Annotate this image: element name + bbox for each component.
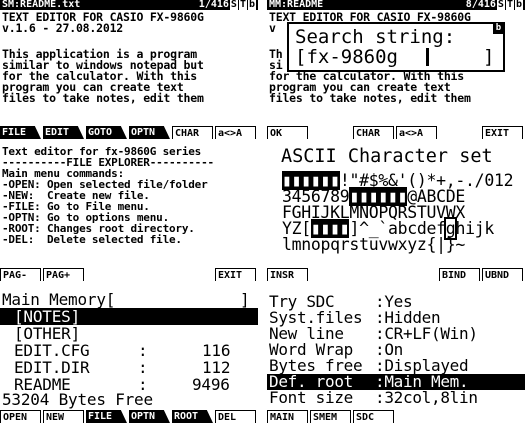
- text-line[interactable]: files to take notes, edit them: [2, 92, 204, 104]
- page-down-key[interactable]: PAG+: [43, 268, 84, 281]
- page-up-key[interactable]: PAG-: [0, 268, 41, 281]
- exit-key[interactable]: EXIT: [215, 268, 256, 281]
- goto-menu-key[interactable]: GOTO: [86, 126, 127, 139]
- sd-card-key[interactable]: SDC: [353, 410, 394, 423]
- new-file-key[interactable]: NEW: [43, 410, 84, 423]
- ok-key[interactable]: OK: [267, 126, 308, 139]
- file-list-item[interactable]: [OTHER]: [14, 325, 80, 342]
- char-key[interactable]: CHAR: [172, 126, 213, 139]
- file-list-item-selected[interactable]: [NOTES]: [0, 308, 258, 325]
- storage-memory-key[interactable]: SMEM: [310, 410, 351, 423]
- file-size: 112: [202, 358, 231, 377]
- main-memory-key[interactable]: MAIN: [267, 410, 308, 423]
- file-menu-key[interactable]: FILE: [86, 410, 127, 423]
- open-key[interactable]: OPEN: [0, 410, 41, 423]
- path-header-close: ]: [240, 290, 250, 309]
- dialog-badge: b: [493, 23, 504, 34]
- separator-colon: :: [138, 341, 148, 360]
- text-cursor: [426, 48, 429, 66]
- function-key-bar: OPEN NEW FILE OPTN ROOT DEL: [0, 410, 258, 424]
- file-title: SM:README.txt: [2, 0, 81, 10]
- editor-screen-readme: SM:README.txt 1/416 S Tb TEXT EDITOR FOR C…: [0, 0, 258, 140]
- ascii-table-screen: ASCII Character set ▮▮▮▮▮▮!"#$%&'()*+,-.…: [267, 142, 525, 282]
- search-input[interactable]: [fx-9860g: [295, 47, 398, 67]
- function-key-bar: OK CHAR a<>A EXIT: [267, 126, 525, 140]
- text-line: v: [269, 21, 276, 35]
- file-size: 9496: [192, 375, 230, 394]
- exit-key[interactable]: EXIT: [482, 126, 523, 139]
- text-line[interactable]: v.1.6 - 27.08.2012: [2, 22, 123, 34]
- edit-menu-key[interactable]: EDIT: [43, 126, 84, 139]
- unbind-key[interactable]: UBND: [482, 268, 523, 281]
- function-key-bar: FILE EDIT GOTO OPTN CHAR a<>A: [0, 126, 258, 140]
- setting-value[interactable]: :32col,8lin: [375, 390, 478, 406]
- settings-screen: Try SDC :Yes Syst.files :Hidden New line…: [267, 284, 525, 424]
- search-input-close-bracket: ]: [483, 46, 495, 68]
- char-key[interactable]: CHAR: [353, 126, 394, 139]
- ascii-row[interactable]: lmnopqrstuvwxyz{|}~: [282, 236, 465, 253]
- help-line: -DEL: Delete selected file.: [2, 233, 182, 246]
- function-key-bar: PAG- PAG+ EXIT: [0, 268, 258, 282]
- title-status: 8/416 S Tb: [465, 0, 523, 10]
- title-bar: SM:README.txt 1/416 S Tb: [0, 0, 258, 10]
- title-status: 1/416 S Tb: [198, 0, 256, 10]
- case-toggle-key[interactable]: a<>A: [215, 126, 256, 139]
- file-menu-key[interactable]: FILE: [0, 126, 41, 139]
- case-toggle-key[interactable]: a<>A: [396, 126, 437, 139]
- separator-colon: :: [138, 358, 148, 377]
- file-list-item[interactable]: EDIT.DIR: [14, 359, 90, 376]
- function-key-bar: MAIN SMEM SDC: [267, 410, 525, 424]
- help-screen: Text editor for fx-9860G series --------…: [0, 142, 258, 282]
- search-dialog-title: Search string:: [295, 26, 456, 48]
- file-list-item[interactable]: EDIT.CFG: [14, 342, 90, 359]
- function-key-bar: INSR BIND UBND: [267, 268, 525, 282]
- bytes-free: 53204 Bytes Free: [2, 390, 153, 409]
- setting-row[interactable]: Font size: [269, 390, 353, 406]
- title-bar: MM:README 8/416 S Tb: [267, 0, 525, 10]
- editor-search-screen: MM:README 8/416 S Tb TEXT EDITOR FOR CASIO…: [267, 0, 525, 140]
- delete-key[interactable]: DEL: [215, 410, 256, 423]
- text-line: files to take notes, edit them: [269, 91, 471, 105]
- file-size: 116: [202, 341, 231, 360]
- path-header: Main Memory[: [2, 290, 116, 309]
- file-explorer-screen: Main Memory[ ] [NOTES] [OTHER] EDIT.CFG …: [0, 284, 258, 424]
- search-dialog: Search string: [fx-9860g ] b: [287, 22, 505, 72]
- options-menu-key[interactable]: OPTN: [129, 126, 170, 139]
- bind-key[interactable]: BIND: [439, 268, 480, 281]
- options-menu-key[interactable]: OPTN: [129, 410, 170, 423]
- file-title: MM:README: [269, 0, 324, 10]
- insert-key[interactable]: INSR: [267, 268, 308, 281]
- ascii-title: ASCII Character set: [281, 146, 493, 167]
- root-key[interactable]: ROOT: [172, 410, 213, 423]
